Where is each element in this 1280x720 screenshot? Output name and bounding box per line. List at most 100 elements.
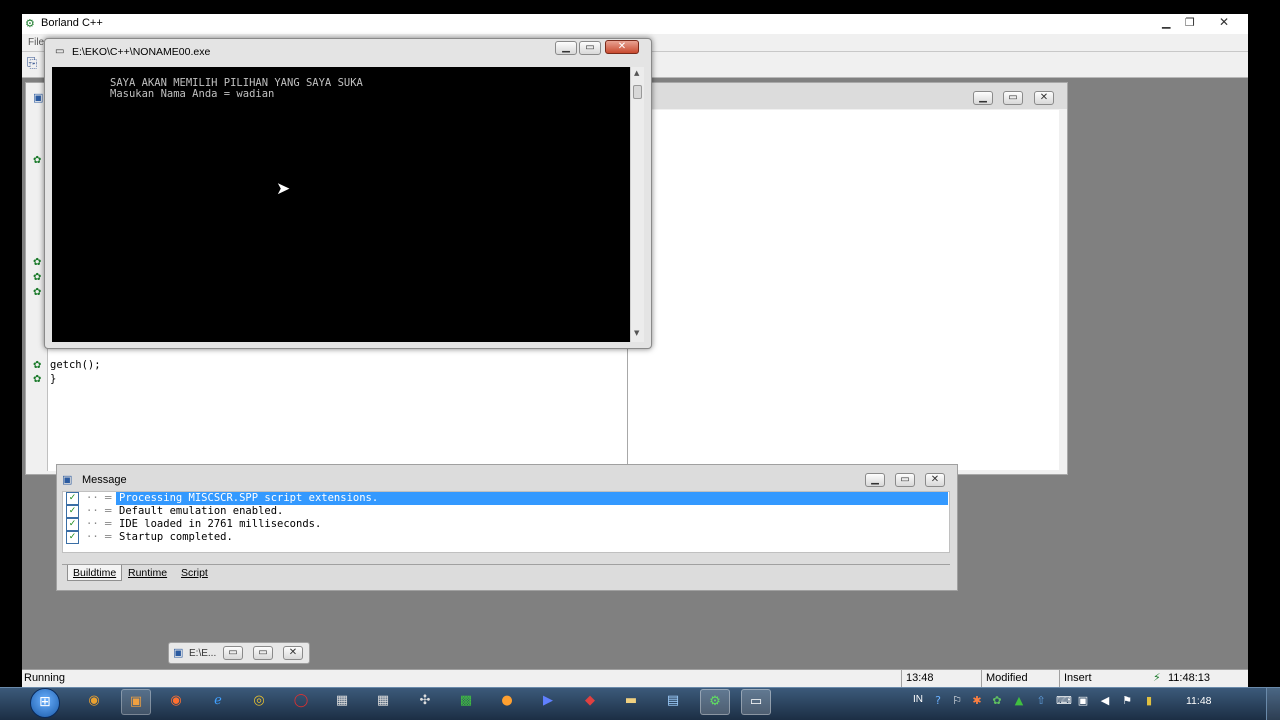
window-icon[interactable]: ▭ — [741, 689, 771, 715]
gutter-breakpoint-icon[interactable]: ✿ — [33, 258, 43, 268]
network-icon[interactable]: ▮ — [1142, 694, 1156, 708]
tree-connector: ·· ═ — [86, 531, 112, 543]
tab-script[interactable]: Script — [176, 565, 213, 581]
gutter-breakpoint-icon[interactable]: ✿ — [33, 288, 43, 298]
editor-right-titlebar[interactable] — [623, 83, 1067, 109]
minimized-window-icon: ▣ — [173, 646, 184, 659]
show-desktop-button[interactable] — [1266, 688, 1280, 720]
flag-icon[interactable]: ⚑ — [1120, 694, 1134, 708]
app-icon[interactable]: ▶ — [534, 689, 562, 713]
minimized-window[interactable]: ▣ E:\E... ▭ ▭ ✕ — [168, 642, 310, 664]
message-minimize-button[interactable]: ▁ — [865, 473, 885, 487]
firefox-icon[interactable]: ◉ — [80, 689, 108, 713]
tray-icon[interactable]: ⌨ — [1056, 694, 1072, 708]
status-position: 13:48 — [901, 669, 981, 687]
message-window-title: Message — [82, 474, 127, 486]
app2-icon[interactable]: ◆ — [576, 689, 604, 713]
minimized-close-button[interactable]: ✕ — [283, 646, 303, 660]
code-line[interactable]: } — [50, 373, 56, 385]
editor-right-close-button[interactable]: ✕ — [1034, 91, 1054, 105]
minimized-restore-button[interactable]: ▭ — [223, 646, 243, 660]
ie-icon[interactable]: ℯ — [204, 689, 232, 713]
message-row[interactable]: ✓ ·· ═ Startup completed. — [64, 531, 949, 544]
ide-title: Borland C++ — [41, 17, 103, 29]
taskbar-clock[interactable]: 11:48 — [1186, 695, 1212, 707]
message-row[interactable]: ✓ ·· ═ IDE loaded in 2761 milliseconds. — [64, 518, 949, 531]
scroll-thumb[interactable] — [633, 85, 642, 99]
message-close-button[interactable]: ✕ — [925, 473, 945, 487]
console-minimize-button[interactable]: ▁ — [555, 41, 577, 55]
message-row[interactable]: ✓ ·· ═ Processing MISCSCR.SPP script ext… — [64, 492, 949, 505]
explorer-icon[interactable]: ▣ — [121, 689, 151, 715]
toolbar-new-icon[interactable]: ⎘ — [27, 56, 37, 71]
mouse-cursor-icon: ➤ — [276, 179, 291, 199]
tree-connector: ·· ═ — [86, 505, 112, 517]
code-line[interactable]: getch(); — [50, 359, 101, 371]
tray-icon[interactable]: ▲ — [1012, 694, 1026, 708]
borland-icon[interactable]: ⚙ — [700, 689, 730, 715]
console-title: E:\EKO\C++\NONAME00.exe — [72, 46, 211, 58]
volume-icon[interactable]: ◀ — [1098, 694, 1112, 708]
gutter-breakpoint-icon[interactable]: ✿ — [33, 361, 43, 371]
console-maximize-button[interactable]: ▭ — [579, 41, 601, 55]
console-line: Masukan Nama Anda = wadian — [110, 88, 275, 100]
message-check-icon: ✓ — [66, 531, 79, 544]
editor-right-maximize-button[interactable]: ▭ — [1003, 91, 1023, 105]
scroll-down-icon[interactable]: ▼ — [634, 329, 639, 337]
message-check-icon: ✓ — [66, 492, 79, 505]
editor-right-area[interactable] — [627, 110, 1059, 470]
console-scrollbar[interactable]: ▲ ▼ — [630, 67, 644, 342]
minimized-maximize-button[interactable]: ▭ — [253, 646, 273, 660]
message-row-text: IDE loaded in 2761 milliseconds. — [119, 518, 322, 530]
status-time: 11:48:13 — [1168, 672, 1211, 684]
excel-icon[interactable]: ▩ — [452, 689, 480, 713]
console-window-icon: ▭ — [55, 46, 65, 57]
console-close-button[interactable]: ✕ — [605, 40, 639, 54]
firefox-alt-icon[interactable]: ◉ — [162, 689, 190, 713]
editor-right-minimize-button[interactable]: ▁ — [973, 91, 993, 105]
console-window: ▭ E:\EKO\C++\NONAME00.exe ▁ ▭ ✕ SAYA AKA… — [44, 38, 652, 349]
gutter-breakpoint-icon[interactable]: ✿ — [33, 156, 43, 166]
tray-icon[interactable]: ⚐ — [950, 694, 964, 708]
gutter-breakpoint-icon[interactable]: ✿ — [33, 273, 43, 283]
notepad-icon[interactable]: ▤ — [659, 689, 687, 713]
tray-icon[interactable]: ✿ — [990, 694, 1004, 708]
help-icon[interactable]: ? — [931, 694, 945, 708]
tool-icon[interactable]: ✣ — [411, 689, 439, 713]
editor-left-icon: ▣ — [33, 91, 44, 104]
media-icon[interactable]: ● — [493, 689, 521, 713]
ide-title-bar[interactable]: ⚙ Borland C++ ▁ ❐ ✕ — [22, 14, 1248, 34]
folder-icon[interactable]: ▬ — [617, 689, 645, 713]
tray-icon[interactable]: ▣ — [1076, 694, 1090, 708]
editor-window-right: ▁ ▭ ✕ — [622, 82, 1068, 475]
message-row[interactable]: ✓ ·· ═ Default emulation enabled. — [64, 505, 949, 518]
message-maximize-button[interactable]: ▭ — [895, 473, 915, 487]
tray-icon[interactable]: ⇧ — [1034, 694, 1048, 708]
calc-icon[interactable]: ▦ — [328, 689, 356, 713]
opera-icon[interactable]: ◯ — [287, 689, 315, 713]
tab-buildtime[interactable]: Buildtime — [67, 565, 123, 581]
message-window-icon: ▣ — [62, 473, 73, 486]
menu-file[interactable]: File — [28, 37, 44, 48]
tray-language[interactable]: IN — [913, 694, 923, 705]
status-lightning-icon: ⚡ — [1153, 671, 1161, 684]
tab-runtime[interactable]: Runtime — [123, 565, 172, 581]
ide-close-icon[interactable]: ✕ — [1219, 15, 1229, 29]
chrome-icon[interactable]: ◎ — [245, 689, 273, 713]
message-row-text: Default emulation enabled. — [119, 505, 284, 517]
console-output[interactable]: SAYA AKAN MEMILIH PILIHAN YANG SAYA SUKA… — [52, 67, 630, 342]
ide-minimize-icon[interactable]: ▁ — [1162, 16, 1170, 29]
status-running: Running — [24, 672, 65, 684]
calc2-icon[interactable]: ▦ — [369, 689, 397, 713]
scroll-up-icon[interactable]: ▲ — [634, 69, 639, 77]
message-row-text: Startup completed. — [119, 531, 233, 543]
tray-icon[interactable]: ✱ — [970, 694, 984, 708]
ide-maximize-icon[interactable]: ❐ — [1185, 16, 1195, 29]
tree-connector: ·· ═ — [86, 518, 112, 530]
borland-logo-icon: ⚙ — [25, 17, 35, 30]
status-modified: Modified — [981, 669, 1059, 687]
gutter-breakpoint-icon[interactable]: ✿ — [33, 375, 43, 385]
minimized-window-label: E:\E... — [189, 648, 217, 659]
start-flag-icon: ⊞ — [39, 694, 51, 710]
status-insert: Insert — [1059, 669, 1151, 687]
